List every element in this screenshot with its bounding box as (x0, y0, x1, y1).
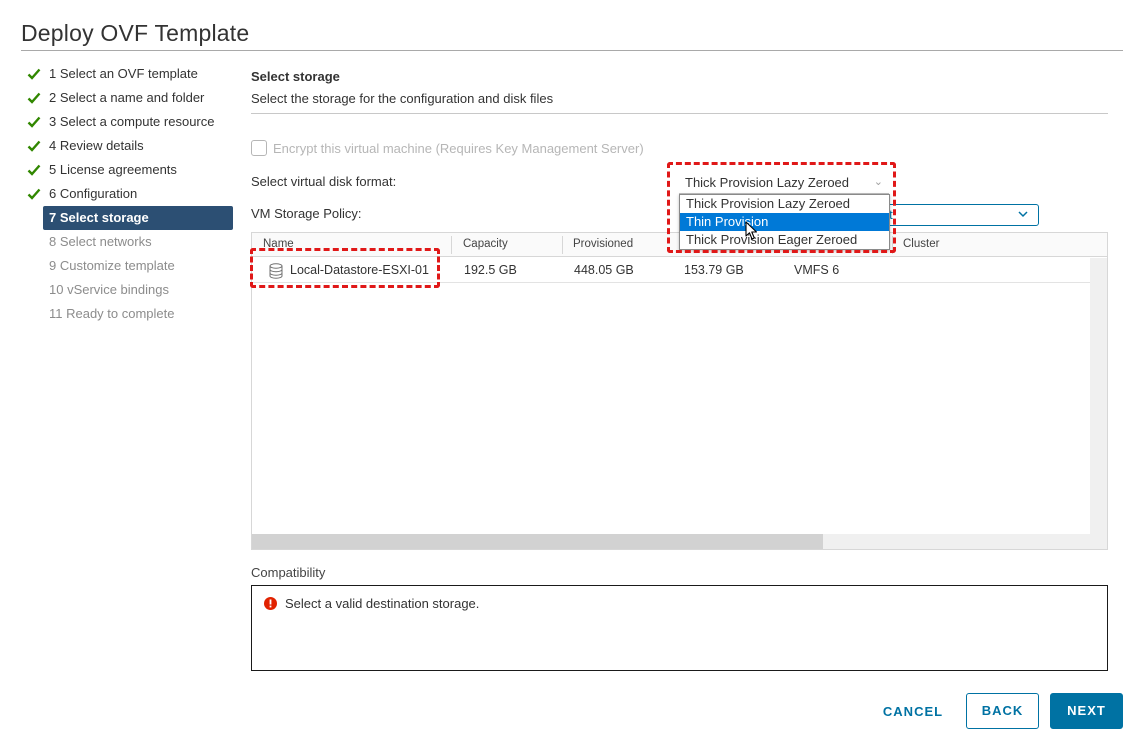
cell-free: 153.79 GB (684, 263, 744, 277)
encrypt-option: Encrypt this virtual machine (Requires K… (251, 139, 644, 157)
disk-format-dropdown: Thick Provision Lazy Zeroed Thin Provisi… (679, 194, 890, 250)
check-icon (27, 164, 41, 176)
compatibility-text: Select a valid destination storage. (285, 596, 480, 611)
scrollbar-thumb[interactable] (252, 534, 823, 549)
step-label: 3 Select a compute resource (49, 114, 215, 129)
dialog-title: Deploy OVF Template (21, 20, 250, 46)
step-label: 11 Ready to complete (49, 306, 175, 321)
mouse-cursor-icon (745, 221, 758, 240)
col-capacity[interactable]: Capacity (452, 233, 508, 257)
option-thick-lazy[interactable]: Thick Provision Lazy Zeroed (680, 195, 889, 213)
encrypt-checkbox[interactable] (251, 140, 267, 156)
datastore-grid: Name Capacity Provisioned Cluster Local-… (251, 232, 1108, 550)
storage-policy-select[interactable]: ult (872, 204, 1039, 226)
title-divider (21, 50, 1123, 51)
step-2[interactable]: 2 Select a name and folder (21, 86, 233, 110)
section-divider (251, 113, 1108, 114)
cell-name: Local-Datastore-ESXI-01 (290, 263, 429, 277)
col-name[interactable]: Name (252, 233, 294, 257)
step-label: 9 Customize template (49, 258, 175, 273)
compatibility-message: Select a valid destination storage. (264, 596, 479, 611)
step-4[interactable]: 4 Review details (21, 134, 233, 158)
cell-type: VMFS 6 (794, 263, 840, 277)
section-subtitle: Select the storage for the configuration… (251, 91, 554, 106)
col-provisioned[interactable]: Provisioned (562, 233, 633, 257)
storage-policy-label: VM Storage Policy: (251, 206, 362, 221)
step-1[interactable]: 1 Select an OVF template (21, 62, 233, 86)
check-icon (27, 68, 41, 80)
encrypt-label: Encrypt this virtual machine (Requires K… (273, 140, 644, 156)
back-button[interactable]: BACK (966, 693, 1039, 729)
step-9: 9 Customize template (21, 254, 233, 278)
step-5[interactable]: 5 License agreements (21, 158, 233, 182)
option-thin[interactable]: Thin Provision (680, 213, 889, 231)
vertical-scrollbar[interactable] (1090, 258, 1107, 534)
step-label: 2 Select a name and folder (49, 90, 205, 105)
step-3[interactable]: 3 Select a compute resource (21, 110, 233, 134)
section-title: Select storage (251, 69, 340, 84)
horizontal-scrollbar[interactable] (252, 534, 1107, 549)
step-label: 1 Select an OVF template (49, 66, 198, 81)
check-icon (27, 92, 41, 104)
col-cluster[interactable]: Cluster (892, 233, 939, 257)
compatibility-box: Select a valid destination storage. (251, 585, 1108, 671)
wizard-steps: 1 Select an OVF template 2 Select a name… (21, 62, 233, 326)
check-icon (27, 116, 41, 128)
option-thick-eager[interactable]: Thick Provision Eager Zeroed (680, 231, 889, 249)
step-label: 5 License agreements (49, 162, 177, 177)
step-label: 4 Review details (49, 138, 144, 153)
step-label: 8 Select networks (49, 234, 152, 249)
step-8: 8 Select networks (21, 230, 233, 254)
error-circle-icon (264, 597, 277, 610)
step-label: 10 vService bindings (49, 282, 169, 297)
check-icon (27, 140, 41, 152)
next-button[interactable]: NEXT (1050, 693, 1123, 729)
step-label: 6 Configuration (49, 186, 138, 201)
table-row[interactable]: Local-Datastore-ESXI-01 192.5 GB 448.05 … (252, 258, 1090, 283)
cell-capacity: 192.5 GB (464, 263, 517, 277)
disk-format-value: Thick Provision Lazy Zeroed (685, 175, 850, 190)
check-icon (27, 188, 41, 200)
cancel-button[interactable]: CANCEL (873, 694, 953, 730)
compatibility-label: Compatibility (251, 565, 326, 580)
step-10: 10 vService bindings (21, 278, 233, 302)
cell-provisioned: 448.05 GB (574, 263, 634, 277)
chevron-down-icon (1018, 211, 1028, 218)
chevron-down-icon: ⌄ (873, 176, 883, 188)
step-11: 11 Ready to complete (21, 302, 233, 326)
step-label: 7 Select storage (49, 210, 149, 225)
database-icon (269, 263, 283, 279)
disk-format-select[interactable]: Thick Provision Lazy Zeroed ⌄ (679, 170, 889, 194)
disk-format-label: Select virtual disk format: (251, 174, 397, 189)
step-6[interactable]: 6 Configuration (21, 182, 233, 206)
step-7-active[interactable]: 7 Select storage (43, 206, 233, 230)
